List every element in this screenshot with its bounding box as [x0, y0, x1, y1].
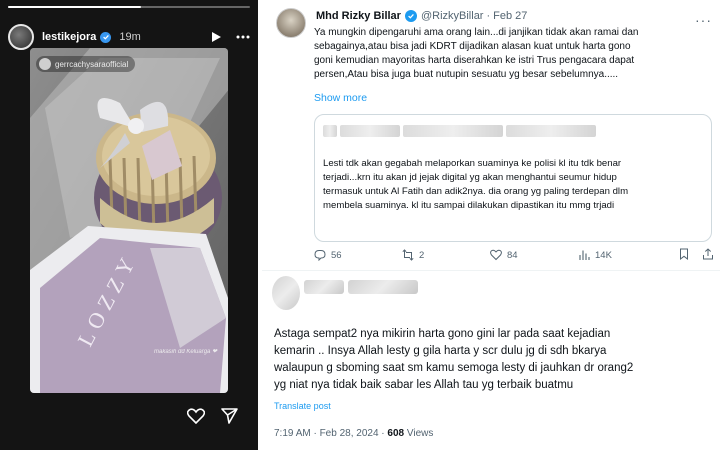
tweet-text-line: persen,Atau bisa juga buat nutupin sesua… [314, 69, 619, 80]
reply-text-line: kemarin .. Insya Allah lesty g gila hart… [274, 345, 607, 357]
gift-box-photo: LOZZY [30, 48, 228, 393]
post-views-label: Views [404, 428, 434, 439]
blurred-reply-author [272, 276, 418, 310]
analytics-icon [579, 250, 590, 260]
like-button[interactable]: 84 [490, 249, 578, 261]
views-button[interactable]: 14K [578, 249, 666, 261]
instagram-story: lestikejora 19m LOZZY gerrcachysaraoffic… [0, 0, 258, 450]
post-metadata: 7:19 AM · Feb 28, 2024 · 608 Views [274, 428, 433, 439]
story-timestamp: 19m [119, 31, 141, 43]
quote-text-line: termasuk untuk Al Fatih dan adik2nya. di… [323, 186, 629, 197]
caption-sticker: makasih dd Keluarga ❤ [154, 349, 218, 355]
story-photo: LOZZY gerrcachysaraofficial makasih dd K… [30, 48, 228, 393]
separator-dot: · [486, 10, 491, 22]
quote-text-line: Lesti tdk akan gegabah melaporkan suamin… [323, 158, 622, 169]
heart-icon[interactable] [186, 408, 206, 429]
reply-text-line: yg niat nya tidak baik sabar les Allah t… [274, 379, 574, 391]
verified-badge-icon [404, 10, 417, 22]
tweet-author-name[interactable]: Mhd Rizky Billar [316, 10, 401, 22]
reply-count: 56 [331, 249, 342, 261]
share-icon[interactable] [702, 247, 714, 263]
repost-icon [402, 249, 414, 261]
reply-text-line: Astaga sempat2 nya mikirin harta gono gi… [274, 328, 611, 340]
verified-badge-icon [100, 31, 112, 43]
tweet-text: Ya mungkin dipengaruhi ama orang lain...… [314, 26, 714, 82]
translate-post-link[interactable]: Translate post [274, 401, 331, 411]
tweet-avatar[interactable] [276, 8, 306, 38]
mention-sticker[interactable]: gerrcachysaraofficial [36, 56, 136, 72]
story-avatar[interactable] [8, 24, 34, 50]
tweet-text-line: Ya mungkin dipengaruhi ama orang lain...… [314, 27, 639, 38]
repost-button[interactable]: 2 [402, 249, 490, 261]
story-username[interactable]: lestikejora [42, 31, 96, 43]
mention-username: gerrcachysaraofficial [55, 59, 129, 69]
story-progress-bar [8, 6, 250, 8]
repost-count: 2 [419, 249, 425, 261]
more-horizontal-icon[interactable] [236, 35, 250, 39]
story-footer [0, 402, 258, 432]
show-more-link[interactable]: Show more [314, 92, 367, 104]
reply-button[interactable]: 56 [314, 249, 402, 261]
play-icon[interactable] [210, 31, 222, 43]
post-views-count: 608 [387, 428, 405, 439]
reply-text-line: walaupun g sboming saat sm kamu semoga l… [274, 362, 634, 374]
quoted-post[interactable]: Lesti tdk akan gegabah melaporkan suamin… [314, 114, 712, 242]
views-count: 14K [595, 249, 612, 261]
tweet-author-handle[interactable]: @RizkyBillar [421, 10, 484, 22]
post-timestamp[interactable]: 7:19 AM · Feb 28, 2024 · [274, 428, 387, 439]
reply-post-text: Astaga sempat2 nya mikirin harta gono gi… [274, 326, 633, 394]
story-progress-fill [8, 6, 142, 8]
blurred-quote-author [323, 125, 596, 137]
tweet-text-line: goni kemudian mayoritas harta diserahkan… [314, 55, 635, 66]
quoted-post-text: Lesti tdk akan gegabah melaporkan suamin… [323, 157, 628, 213]
like-count: 84 [507, 249, 518, 261]
send-icon[interactable] [221, 408, 238, 429]
tweet-date[interactable]: Feb 27 [493, 10, 527, 22]
divider [262, 270, 720, 271]
tweet-text-line: sebagainya,atau bisa jadi KDRT dijadikan… [314, 41, 631, 52]
reply-icon [314, 250, 326, 261]
quote-text-line: terjadi...krn itu akan jd jejak digital … [323, 172, 617, 183]
quote-text-line: membela suaminya. kl itu sampai dilakuka… [323, 200, 615, 211]
heart-icon [490, 249, 502, 261]
x-post-panel: Mhd Rizky Billar @RizkyBillar · Feb 27 ·… [262, 0, 720, 450]
bookmark-icon[interactable] [678, 248, 690, 263]
tweet-actions: 56 2 84 14K [314, 246, 714, 264]
mention-avatar [39, 58, 51, 70]
